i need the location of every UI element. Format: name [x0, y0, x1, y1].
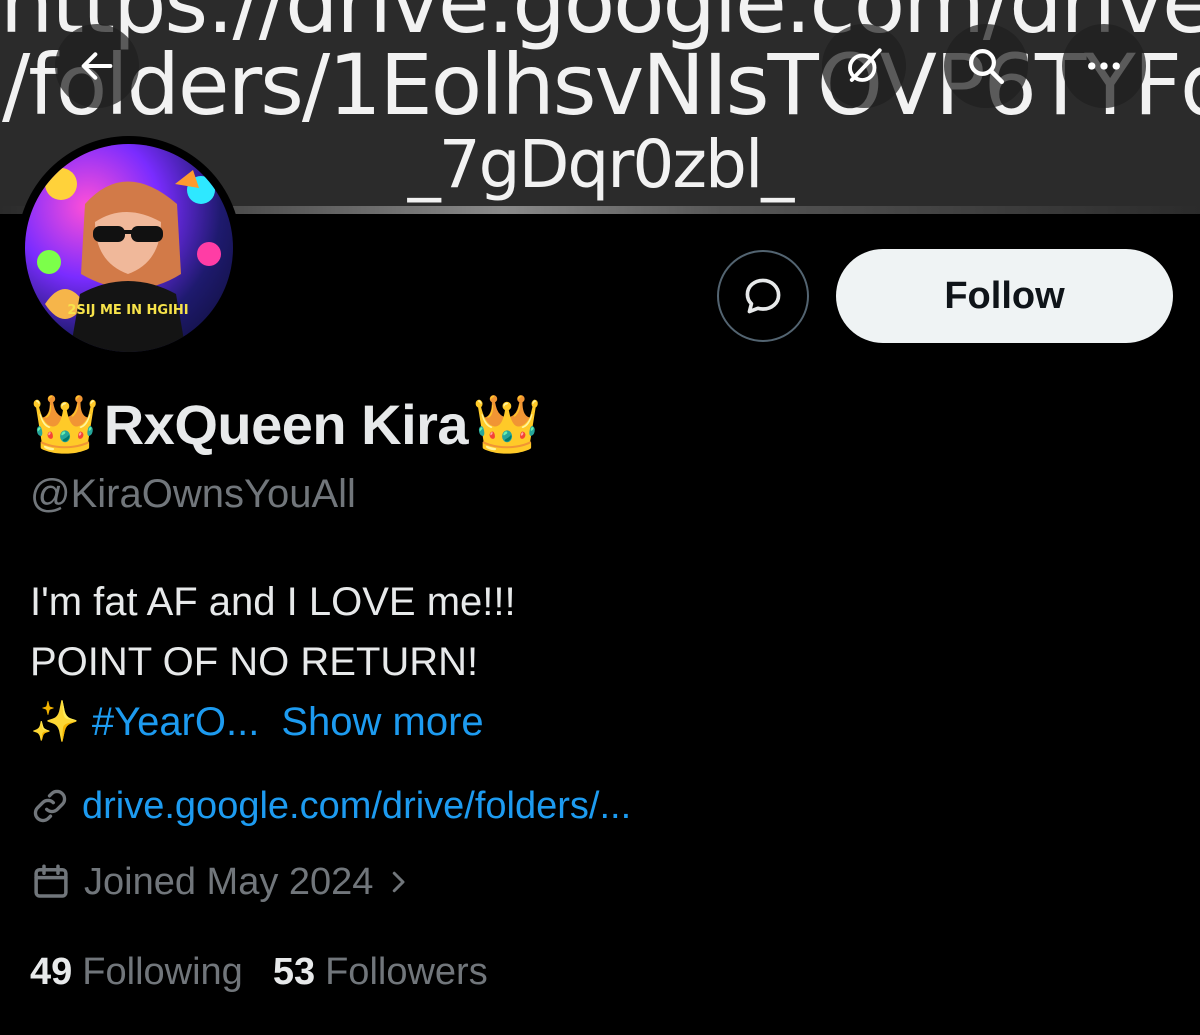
followers-count: 53	[272, 950, 316, 993]
message-button[interactable]	[717, 250, 809, 342]
avatar[interactable]: 2SIJ ME IN HGIHI	[25, 144, 233, 352]
display-name-row: 👑 RxQueen Kira 👑	[30, 384, 542, 464]
bio-line-1: I'm fat AF and I LOVE me!!!	[30, 580, 516, 624]
follow-stats: 49 Following 53 Followers	[30, 944, 488, 1000]
joined-date-row[interactable]: Joined May 2024	[30, 854, 413, 910]
calendar-icon	[34, 864, 68, 898]
more-button[interactable]	[1062, 24, 1146, 108]
joined-date: Joined May 2024	[84, 860, 374, 903]
bio-line-2: POINT OF NO RETURN!	[30, 640, 479, 684]
following-stat[interactable]: 49 Following	[30, 951, 243, 994]
chevron-right-icon	[393, 871, 405, 893]
more-icon	[1088, 62, 1120, 70]
show-more-link[interactable]: Show more	[281, 692, 483, 752]
following-label: Following	[82, 950, 243, 993]
follow-button[interactable]: Follow	[836, 249, 1173, 343]
bio-line-3: ✨ #YearO... Show more	[30, 692, 516, 752]
arrow-left-icon	[81, 52, 113, 80]
avatar-frame: 2SIJ ME IN HGIHI	[17, 136, 241, 360]
link-icon	[33, 789, 67, 823]
grok-button[interactable]	[822, 24, 906, 108]
grok-icon	[848, 48, 882, 82]
user-handle: @KiraOwnsYouAll	[30, 472, 356, 516]
sparkles-emoji: ✨	[30, 700, 80, 744]
avatar-shirt-text: 2SIJ ME IN HGIHI	[67, 303, 188, 318]
chat-bubble-icon	[745, 278, 781, 314]
back-button[interactable]	[55, 24, 139, 108]
profile-website-link[interactable]: drive.google.com/drive/folders/...	[82, 785, 631, 828]
bio: I'm fat AF and I LOVE me!!! POINT OF NO …	[30, 572, 516, 752]
crown-emoji-left: 👑	[30, 392, 100, 455]
followers-stat[interactable]: 53 Followers	[273, 951, 488, 994]
hashtag-link[interactable]: #YearO...	[92, 692, 260, 752]
display-name: RxQueen Kira	[103, 392, 469, 456]
following-count: 49	[30, 950, 73, 993]
avatar-image: 2SIJ ME IN HGIHI	[37, 168, 221, 352]
search-button[interactable]	[944, 24, 1028, 108]
crown-emoji-right: 👑	[472, 392, 542, 455]
search-icon	[969, 49, 1005, 85]
followers-label: Followers	[325, 950, 488, 993]
profile-link-row: drive.google.com/drive/folders/...	[30, 778, 631, 834]
